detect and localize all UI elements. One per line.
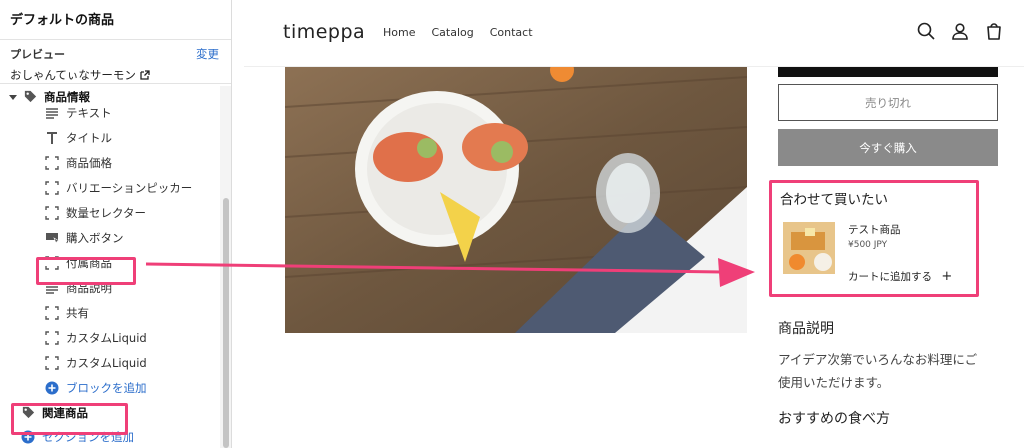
sidebar-scrollbar-thumb[interactable] bbox=[223, 198, 229, 448]
block-title[interactable]: タイトル bbox=[44, 125, 112, 150]
block-label: 共有 bbox=[66, 305, 89, 320]
block-custom-liquid[interactable]: カスタムLiquid bbox=[44, 350, 147, 375]
theme-editor-sidebar: デフォルトの商品 プレビュー おしゃんてぃなサーモン 変更 商品情報 テキスト bbox=[0, 0, 232, 448]
title-icon bbox=[44, 130, 60, 146]
preview-product[interactable]: おしゃんてぃなサーモン bbox=[10, 67, 221, 83]
block-label: 数量セレクター bbox=[66, 205, 147, 220]
block-icon bbox=[44, 155, 60, 171]
block-share[interactable]: 共有 bbox=[44, 300, 89, 325]
recommend-title: おすすめの食べ方 bbox=[778, 411, 890, 427]
add-block-label: ブロックを追加 bbox=[66, 380, 147, 395]
product-image[interactable] bbox=[285, 67, 747, 333]
description-title: 商品説明 bbox=[778, 321, 834, 337]
block-label: テキスト bbox=[66, 105, 112, 120]
block-icon bbox=[44, 355, 60, 371]
nav-contact[interactable]: Contact bbox=[490, 26, 533, 39]
change-link[interactable]: 変更 bbox=[196, 46, 219, 62]
block-custom-liquid[interactable]: カスタムLiquid bbox=[44, 325, 147, 350]
highlight-box-related-products bbox=[11, 403, 128, 435]
account-icon[interactable] bbox=[950, 21, 970, 41]
external-link-icon[interactable] bbox=[140, 70, 150, 80]
highlight-box-complementary-section bbox=[769, 180, 979, 297]
add-block-button[interactable]: ブロックを追加 bbox=[44, 375, 147, 400]
description-line: アイデア次第でいろんなお料理にご bbox=[778, 352, 978, 367]
preview-product-name: おしゃんてぃなサーモン bbox=[10, 68, 136, 82]
chevron-down-icon[interactable] bbox=[8, 89, 18, 105]
nav-catalog[interactable]: Catalog bbox=[431, 26, 473, 39]
description-line: 使用いただけます。 bbox=[778, 375, 890, 390]
main-nav: Home Catalog Contact bbox=[383, 26, 533, 39]
block-label: カスタムLiquid bbox=[66, 355, 147, 370]
block-icon bbox=[44, 330, 60, 346]
block-icon bbox=[44, 205, 60, 221]
preview-row: プレビュー おしゃんてぃなサーモン 変更 bbox=[0, 40, 231, 84]
header-icons bbox=[916, 21, 1004, 41]
store-logo[interactable]: timeppa bbox=[283, 21, 365, 43]
tag-icon bbox=[22, 89, 38, 105]
buy-now-button[interactable]: 今すぐ購入 bbox=[778, 129, 998, 166]
block-buy-buttons[interactable]: 購入ボタン bbox=[44, 225, 124, 250]
store-header: timeppa Home Catalog Contact bbox=[244, 0, 1024, 67]
block-icon bbox=[44, 180, 60, 196]
search-icon[interactable] bbox=[916, 21, 936, 41]
plus-circle-icon bbox=[44, 380, 60, 396]
add-to-cart-button[interactable] bbox=[778, 67, 998, 77]
block-label: カスタムLiquid bbox=[66, 330, 147, 345]
highlight-box-complementary-block bbox=[36, 257, 136, 285]
block-price[interactable]: 商品価格 bbox=[44, 150, 112, 175]
cart-icon[interactable] bbox=[984, 21, 1004, 41]
sold-out-button[interactable]: 売り切れ bbox=[778, 84, 998, 121]
section-title: デフォルトの商品 bbox=[0, 0, 231, 40]
preview-label: プレビュー bbox=[10, 48, 65, 61]
nav-home[interactable]: Home bbox=[383, 26, 415, 39]
block-quantity-selector[interactable]: 数量セレクター bbox=[44, 200, 146, 225]
block-label: バリエーションピッカー bbox=[66, 180, 193, 195]
block-variant-picker[interactable]: バリエーションピッカー bbox=[44, 175, 192, 200]
description-text: アイデア次第でいろんなお料理にご 使用いただけます。 bbox=[778, 348, 1016, 394]
block-label: タイトル bbox=[66, 130, 112, 145]
text-icon bbox=[44, 105, 60, 121]
buy-button-icon bbox=[44, 230, 60, 246]
block-label: 購入ボタン bbox=[66, 230, 124, 245]
block-text[interactable]: テキスト bbox=[44, 100, 112, 125]
block-label: 商品価格 bbox=[66, 155, 112, 170]
block-icon bbox=[44, 305, 60, 321]
